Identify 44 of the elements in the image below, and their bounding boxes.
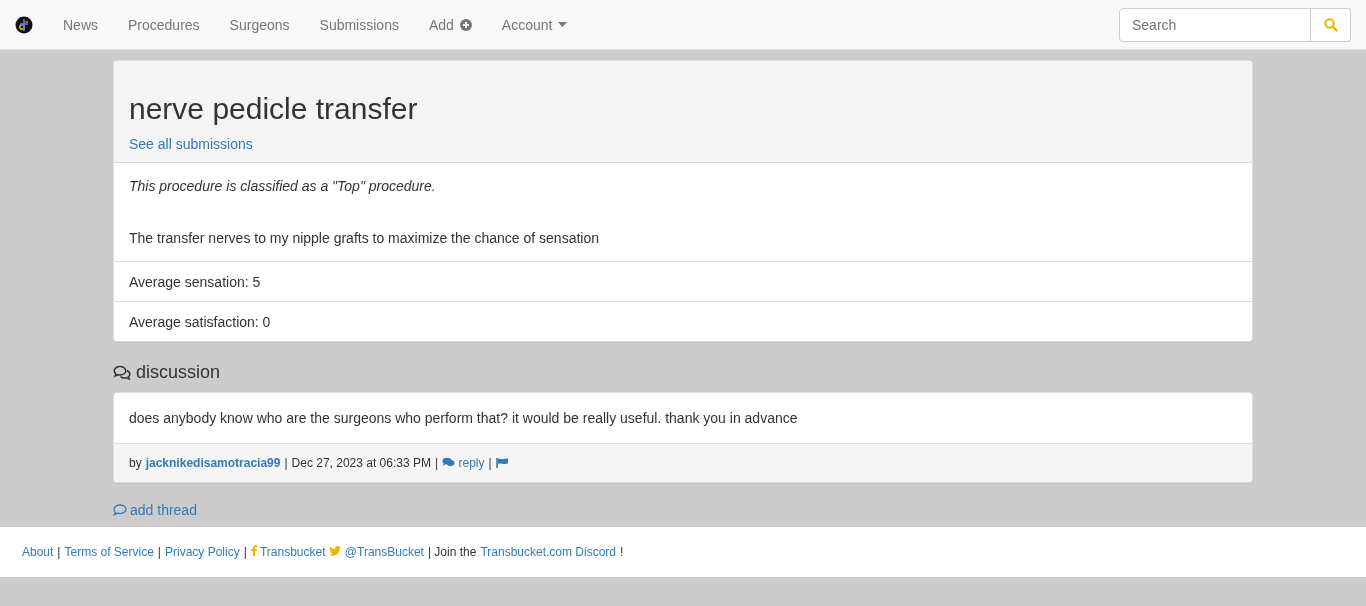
- discussion-heading: discussion: [136, 362, 221, 383]
- footer-text: |: [57, 545, 61, 559]
- footer-link[interactable]: Transbucket.com Discord: [480, 545, 616, 559]
- facebook-icon: [250, 545, 257, 556]
- plus-circle-icon: [459, 18, 472, 31]
- nav-link[interactable]: Surgeons: [214, 16, 305, 33]
- nav-link[interactable]: Procedures: [113, 16, 215, 33]
- author-link[interactable]: jacknikedisamotracia99: [145, 456, 281, 470]
- separator: |: [488, 456, 492, 470]
- speech-bubble-icon: [113, 504, 127, 516]
- thread-body: does anybody know who are the surgeons who perform that? it would be really useful. thank you in advance: [129, 410, 799, 426]
- footer-link[interactable]: Privacy Policy: [164, 545, 240, 559]
- search-icon: [1323, 17, 1338, 32]
- footer-text: !: [620, 545, 624, 559]
- footer-text: | Join the: [427, 545, 477, 559]
- twitter-link[interactable]: @TransBucket: [329, 545, 424, 559]
- flag-icon[interactable]: [495, 458, 508, 468]
- thread-date: Dec 27, 2023 at 06:33 PM: [291, 456, 431, 470]
- see-all-submissions-link[interactable]: See all submissions: [129, 136, 253, 152]
- classification-text: This procedure is classified as a "Top" procedure.: [129, 178, 437, 194]
- by-label: by: [129, 456, 142, 470]
- nav-link[interactable]: Account: [486, 16, 583, 33]
- search-field[interactable]: Search: [1119, 7, 1311, 42]
- stat-text: Average satisfaction: 0: [129, 314, 271, 330]
- footer-link[interactable]: About: [22, 545, 54, 559]
- comments-icon: [442, 457, 456, 467]
- comments-icon: [113, 365, 131, 380]
- footer-text: |: [157, 545, 161, 559]
- nav-link[interactable]: Submissions: [304, 16, 414, 33]
- stat-text: Average sensation: 5: [129, 274, 261, 290]
- caret-icon: [558, 22, 568, 27]
- nav-link[interactable]: News: [48, 16, 113, 33]
- description-text: The transfer nerves to my nipple grafts to maximize the chance of sensation: [129, 230, 600, 246]
- add-thread-link[interactable]: add thread: [113, 502, 197, 518]
- separator: |: [284, 456, 288, 470]
- reply-link[interactable]: reply: [442, 456, 485, 470]
- separator: |: [435, 456, 439, 470]
- bird-icon: [329, 546, 342, 556]
- nav-link[interactable]: Add: [413, 16, 487, 33]
- footer-link[interactable]: Terms of Service: [64, 545, 154, 559]
- footer-text: |: [243, 545, 247, 559]
- logo-icon[interactable]: [15, 15, 33, 34]
- facebook-link[interactable]: Transbucket: [250, 545, 326, 559]
- procedure-title: nerve pedicle transfer: [129, 92, 419, 126]
